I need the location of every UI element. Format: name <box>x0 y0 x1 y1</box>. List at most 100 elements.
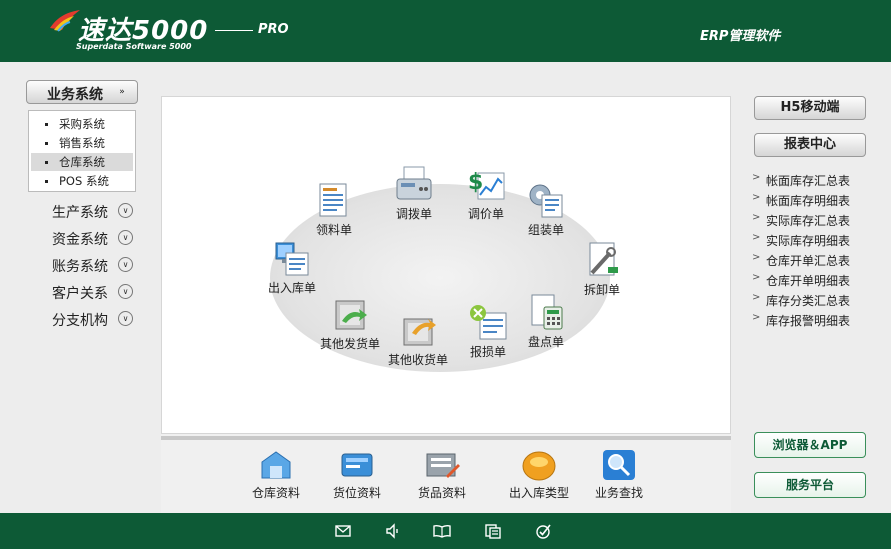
chevron-down-circle-icon[interactable]: ∨ <box>118 257 133 272</box>
submenu-item-purchase[interactable]: 采购系统 <box>31 115 133 133</box>
workflow-item-diaobo[interactable]: 调拨单 <box>376 165 452 225</box>
header-bar: 速达5000 PRO Superdata Software 5000 ERP管理… <box>0 0 891 62</box>
tool-label: 仓库资料 <box>251 486 300 500</box>
module-accounting[interactable]: 账务系统 ∨ <box>52 255 142 275</box>
workflow-label: 调拨单 <box>395 207 432 221</box>
report-link[interactable]: > 库存分类汇总表 <box>752 292 882 310</box>
module-branches[interactable]: 分支机构 ∨ <box>52 309 142 329</box>
report-link-label: 仓库开单明细表 <box>766 274 851 288</box>
warehouse-icon <box>261 451 291 479</box>
tool-label: 业务查找 <box>594 486 643 500</box>
chevron-right-icon: > <box>752 272 761 283</box>
book-icon[interactable] <box>433 522 451 540</box>
submenu-item-label: 采购系统 <box>59 117 105 131</box>
workflow-label: 领料单 <box>315 223 352 237</box>
chevron-down-circle-icon[interactable]: ∨ <box>118 311 133 326</box>
module-funds[interactable]: 资金系统 ∨ <box>52 228 142 248</box>
tool-inout-type[interactable]: 出入库类型 <box>499 448 579 504</box>
report-link[interactable]: > 仓库开单汇总表 <box>752 252 882 270</box>
module-production[interactable]: 生产系统 ∨ <box>52 201 142 221</box>
logo-feather-icon <box>50 10 80 32</box>
tool-business-search[interactable]: 业务查找 <box>579 448 659 504</box>
goods-pen-icon <box>426 453 460 478</box>
tool-tray: 仓库资料 货位资料 货品资料 出入库类型 业务查找 <box>161 434 731 513</box>
h5-mobile-button[interactable]: H5移动端 <box>754 96 866 120</box>
workflow-label: 报损单 <box>469 345 506 359</box>
svg-text:$: $ <box>468 170 483 195</box>
report-link[interactable]: > 实际库存明细表 <box>752 232 882 250</box>
brand-subtitle: Superdata Software 5000 <box>76 42 192 51</box>
module-label: 资金系统 <box>52 232 108 248</box>
workflow-item-zuzhuang[interactable]: 组装单 <box>508 181 584 241</box>
business-system-dropdown[interactable]: 业务系统 » <box>26 80 138 104</box>
report-link-label: 帐面库存明细表 <box>766 194 851 208</box>
bullet-icon <box>45 142 48 145</box>
outbound-box-icon <box>335 300 367 330</box>
double-chevron-down-icon[interactable]: » <box>115 85 129 99</box>
chevron-right-icon: > <box>752 252 761 263</box>
chevron-right-icon: > <box>752 172 761 183</box>
workflow-label: 其他收货单 <box>387 353 448 367</box>
damaged-document-icon <box>470 305 507 340</box>
check-circle-icon[interactable] <box>534 522 552 540</box>
browser-app-button[interactable]: 浏览器＆APP <box>754 432 866 458</box>
fax-machine-icon <box>396 166 432 200</box>
submenu-item-label: POS 系统 <box>59 174 109 188</box>
report-link[interactable]: > 库存报警明细表 <box>752 312 882 330</box>
workflow-label: 其他发货单 <box>319 337 380 351</box>
bullet-icon <box>45 161 48 164</box>
workflow-label: 出入库单 <box>267 281 316 295</box>
module-label: 生产系统 <box>52 205 108 221</box>
tool-label: 出入库类型 <box>508 486 569 500</box>
chevron-right-icon: > <box>752 232 761 243</box>
report-link-label: 库存分类汇总表 <box>766 294 851 308</box>
copy-icon[interactable] <box>484 522 502 540</box>
brand-pro: PRO <box>258 22 289 37</box>
report-link-label: 库存报警明细表 <box>766 314 851 328</box>
chevron-down-circle-icon[interactable]: ∨ <box>118 230 133 245</box>
tool-label: 货品资料 <box>417 486 466 500</box>
workflow-item-baosun[interactable]: 报损单 <box>450 303 526 363</box>
tool-warehouse-data[interactable]: 仓库资料 <box>236 448 316 504</box>
service-platform-button[interactable]: 服务平台 <box>754 472 866 498</box>
speaker-icon[interactable] <box>384 522 402 540</box>
chevron-right-icon: > <box>752 212 761 223</box>
workflow-item-churuku[interactable]: 出入库单 <box>254 239 330 299</box>
tool-location-data[interactable]: 货位资料 <box>317 448 397 504</box>
mail-icon[interactable] <box>334 522 352 540</box>
report-link[interactable]: > 帐面库存明细表 <box>752 192 882 210</box>
submenu-item-sales[interactable]: 销售系统 <box>31 134 133 152</box>
tool-goods-data[interactable]: 货品资料 <box>402 448 482 504</box>
module-label: 分支机构 <box>52 313 108 329</box>
magnifier-icon <box>603 450 635 480</box>
submenu-item-label: 仓库系统 <box>59 155 105 169</box>
chevron-down-circle-icon[interactable]: ∨ <box>118 203 133 218</box>
report-link-label: 实际库存明细表 <box>766 234 851 248</box>
workflow-item-chaixie[interactable]: 拆卸单 <box>564 241 640 301</box>
business-system-label: 业务系统 <box>47 87 103 103</box>
chevron-down-circle-icon[interactable]: ∨ <box>118 284 133 299</box>
bullet-icon <box>45 123 48 126</box>
left-sidebar: 业务系统 » 采购系统 销售系统 仓库系统 POS 系统 生产系统 ∨ 资金系统… <box>0 70 152 510</box>
workflow-item-qitafa[interactable]: 其他发货单 <box>312 295 388 355</box>
chevron-right-icon: > <box>752 312 761 323</box>
workflow-label: 组装单 <box>527 223 564 237</box>
tray-divider <box>161 436 731 440</box>
workflow-item-lingliao[interactable]: 领料单 <box>296 181 372 241</box>
report-link[interactable]: > 帐面库存汇总表 <box>752 172 882 190</box>
gear-document-icon <box>529 184 563 218</box>
report-center-button[interactable]: 报表中心 <box>754 133 866 157</box>
report-link[interactable]: > 实际库存汇总表 <box>752 212 882 230</box>
report-link[interactable]: > 仓库开单明细表 <box>752 272 882 290</box>
calculator-document-icon <box>531 294 563 330</box>
chevron-right-icon: > <box>752 292 761 303</box>
submenu-item-label: 销售系统 <box>59 136 105 150</box>
bullet-icon <box>45 180 48 183</box>
workflow-item-qitashou[interactable]: 其他收货单 <box>380 311 456 371</box>
chevron-right-icon: > <box>752 192 761 203</box>
brand-divider <box>215 30 253 31</box>
submenu-item-warehouse[interactable]: 仓库系统 <box>31 153 133 171</box>
module-crm[interactable]: 客户关系 ∨ <box>52 282 142 302</box>
submenu-item-pos[interactable]: POS 系统 <box>31 172 133 190</box>
module-label: 客户关系 <box>52 286 108 302</box>
